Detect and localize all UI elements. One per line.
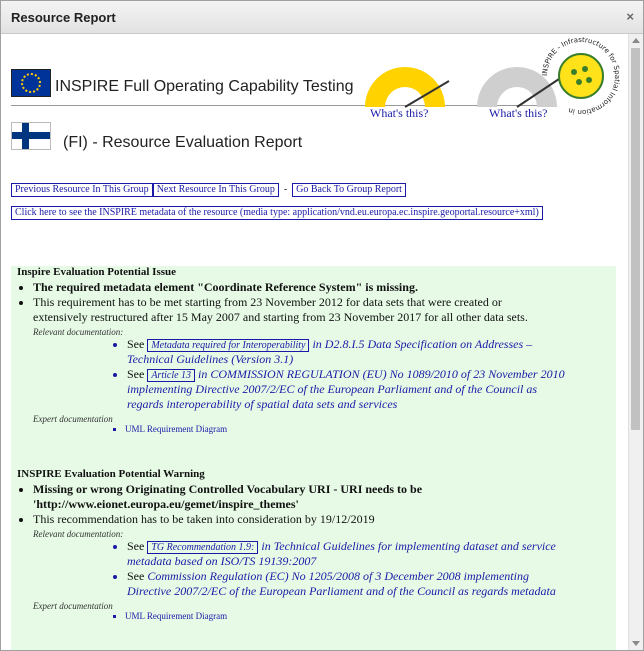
uml-diagram-link[interactable]: UML Requirement Diagram [125, 424, 567, 435]
scroll-up-icon[interactable] [632, 38, 640, 43]
next-resource-button[interactable]: Next Resource In This Group [152, 183, 279, 197]
doc-item: See TG Recommendation 1.9: in Technical … [127, 539, 567, 569]
resource-report-window: Resource Report × INSPIRE Full Operating… [0, 0, 644, 651]
issue-item: Missing or wrong Originating Controlled … [33, 482, 473, 512]
expert-label: Expert documentation [33, 414, 113, 424]
title-bar: Resource Report × [1, 1, 643, 34]
doc-boxed-link[interactable]: Metadata required for Interoperability [147, 339, 310, 352]
gauge-1-icon [365, 67, 450, 108]
doc-label: Relevant documentation: [33, 529, 124, 539]
issue-heading: INSPIRE Evaluation Potential Warning [17, 468, 205, 480]
inspire-logo-icon: INSPIRE - Infrastructure for Spatial Inf… [541, 36, 621, 116]
doc-item: See Metadata required for Interoperabili… [127, 337, 567, 367]
uml-diagram-link[interactable]: UML Requirement Diagram [125, 611, 567, 622]
close-icon[interactable]: × [626, 9, 634, 24]
evaluation-warning: INSPIRE Evaluation Potential Warning Mis… [17, 468, 567, 622]
issue-item: This recommendation has to be taken into… [33, 512, 567, 527]
back-to-group-button[interactable]: Go Back To Group Report [292, 183, 406, 197]
doc-boxed-link[interactable]: Article 13 [147, 369, 196, 382]
report-content: INSPIRE Full Operating Capability Testin… [1, 34, 629, 650]
finland-flag-icon [11, 122, 51, 150]
doc-item: See Article 13 in COMMISSION REGULATION … [127, 367, 567, 412]
whats-this-link-1[interactable]: What's this? [370, 106, 428, 121]
doc-item: See Commission Regulation (EC) No 1205/2… [127, 569, 567, 599]
issue-item: The required metadata element "Coordinat… [33, 280, 567, 295]
nav-separator: - [283, 184, 288, 195]
whats-this-link-2[interactable]: What's this? [489, 106, 547, 121]
issue-item: This requirement has to be met starting … [33, 295, 553, 325]
metadata-link-row: Click here to see the INSPIRE metadata o… [11, 206, 543, 220]
eu-flag-icon [11, 69, 51, 97]
view-metadata-button[interactable]: Click here to see the INSPIRE metadata o… [11, 206, 543, 220]
doc-label: Relevant documentation: [33, 327, 124, 337]
issue-heading: Inspire Evaluation Potential Issue [17, 266, 177, 278]
navigation-row: Previous Resource In This Group Next Reso… [11, 183, 406, 197]
window-title: Resource Report [11, 10, 116, 25]
expert-label: Expert documentation [33, 601, 113, 611]
scroll-down-icon[interactable] [632, 641, 640, 646]
previous-resource-button[interactable]: Previous Resource In This Group [11, 183, 153, 197]
evaluation-issue: Inspire Evaluation Potential Issue The r… [17, 266, 567, 435]
report-title: (FI) - Resource Evaluation Report [63, 134, 303, 151]
scrollbar-thumb[interactable] [631, 48, 640, 430]
doc-link[interactable]: Commission Regulation (EC) No 1205/2008 … [127, 569, 556, 598]
doc-boxed-link[interactable]: TG Recommendation 1.9: [147, 541, 259, 554]
vertical-scrollbar[interactable] [628, 34, 643, 650]
app-title: INSPIRE Full Operating Capability Testin… [55, 78, 354, 95]
